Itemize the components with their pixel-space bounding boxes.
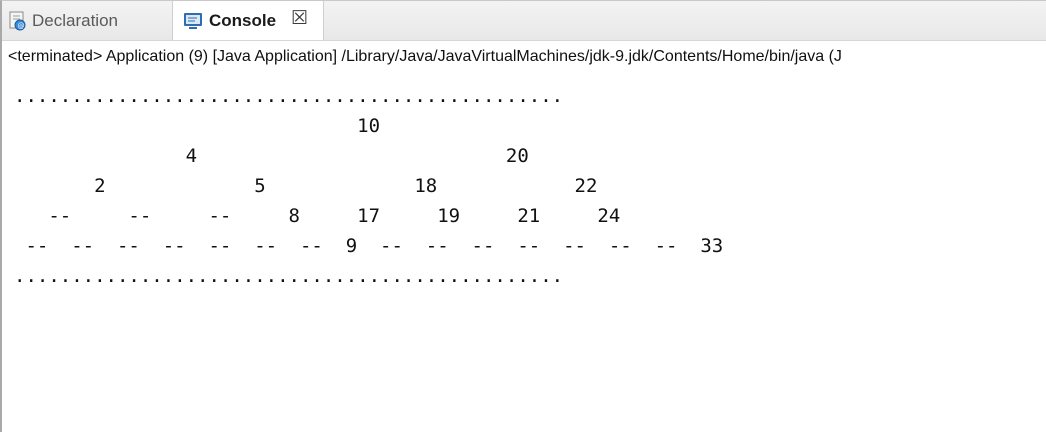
- console-line: 10: [14, 115, 381, 137]
- svg-text:@: @: [18, 22, 25, 30]
- tab-declaration-label: Declaration: [32, 10, 118, 30]
- console-icon: [183, 11, 203, 36]
- view-tab-bar: @ Declaration Console ☒: [2, 1, 1046, 41]
- close-icon[interactable]: ☒: [291, 7, 308, 30]
- console-output[interactable]: ........................................…: [2, 74, 1046, 432]
- tab-declaration[interactable]: @ Declaration: [2, 1, 170, 40]
- declaration-icon: @: [8, 11, 28, 36]
- console-line: -- -- -- -- -- -- -- 9 -- -- -- -- -- --…: [14, 235, 724, 257]
- console-line: ........................................…: [14, 85, 564, 107]
- tab-console-label: Console: [209, 11, 277, 30]
- console-line: 4 20: [14, 145, 529, 167]
- console-line: 2 5 18 22: [14, 175, 598, 197]
- console-line: ........................................…: [14, 265, 564, 287]
- console-line: -- -- -- 8 17 19 21 24: [14, 205, 621, 227]
- console-status-line: <terminated> Application (9) [Java Appli…: [2, 40, 1046, 75]
- tab-console[interactable]: Console ☒: [172, 1, 324, 41]
